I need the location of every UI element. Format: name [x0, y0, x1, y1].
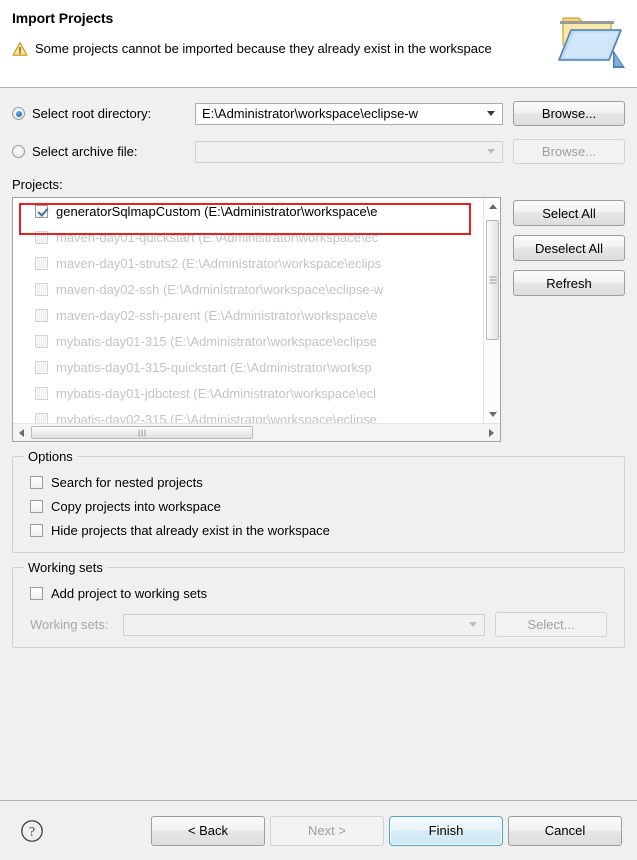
checkbox-label: Add project to working sets	[51, 585, 208, 601]
list-item: mybatis-day01-315 (E:\Administrator\work…	[13, 328, 483, 354]
list-item: maven-day01-quickstart (E:\Administrator…	[13, 224, 483, 250]
browse-root-directory-button[interactable]: Browse...	[513, 101, 625, 126]
projects-horizontal-scrollbar[interactable]	[13, 423, 500, 441]
checkbox-icon[interactable]	[30, 475, 43, 489]
list-item: mybatis-day01-315-quickstart (E:\Adminis…	[13, 354, 483, 380]
options-group-title: Options	[24, 449, 77, 464]
radio-archive-file-label: Select archive file:	[32, 144, 138, 159]
cancel-button[interactable]: Cancel	[508, 815, 622, 846]
checkbox-icon	[35, 282, 48, 296]
list-item-label: maven-day02-ssh (E:\Administrator\worksp…	[56, 281, 384, 297]
list-item-label: mybatis-day01-315 (E:\Administrator\work…	[56, 333, 377, 349]
working-sets-group-title: Working sets	[24, 560, 107, 575]
refresh-button[interactable]: Refresh	[513, 270, 625, 296]
projects-label: Projects:	[12, 177, 63, 192]
checkbox-icon	[35, 412, 48, 423]
checkbox-icon[interactable]	[35, 204, 48, 218]
list-item-label: mybatis-day01-jdbctest (E:\Administrator…	[56, 385, 377, 401]
working-sets-group-body: Add project to working sets Working sets…	[13, 568, 624, 647]
projects-area: generatorSqlmapCustom (E:\Administrator\…	[12, 197, 625, 442]
radio-root-directory-label: Select root directory:	[32, 106, 152, 121]
checkbox-icon	[35, 308, 48, 322]
options-group-body: Search for nested projects Copy projects…	[13, 457, 624, 552]
list-item-label: maven-day01-struts2 (E:\Administrator\wo…	[56, 255, 382, 271]
checkbox-icon	[35, 334, 48, 348]
list-item: maven-day02-ssh (E:\Administrator\worksp…	[13, 276, 483, 302]
radio-select-archive-file[interactable]: Select archive file:	[12, 144, 195, 159]
checkbox-label: Hide projects that already exist in the …	[51, 522, 330, 538]
checkbox-copy-projects-into-workspace[interactable]: Copy projects into workspace	[30, 494, 624, 518]
radio-root-directory-indicator[interactable]	[12, 107, 25, 120]
svg-text:?: ?	[29, 825, 35, 840]
next-button: Next >	[270, 815, 384, 846]
import-projects-dialog: Import Projects Some projects cannot be …	[0, 0, 637, 860]
list-item[interactable]: generatorSqlmapCustom (E:\Administrator\…	[13, 198, 483, 224]
checkbox-add-project-to-working-sets[interactable]: Add project to working sets	[30, 581, 624, 605]
select-working-sets-button: Select...	[495, 612, 607, 637]
footer-button-bar: < Back Next > Finish Cancel	[151, 815, 622, 846]
projects-list[interactable]: generatorSqlmapCustom (E:\Administrator\…	[12, 197, 501, 442]
radio-select-root-directory[interactable]: Select root directory:	[12, 106, 195, 121]
browse-archive-file-button: Browse...	[513, 139, 625, 164]
archive-file-combo	[195, 140, 503, 163]
chevron-down-icon	[469, 622, 477, 627]
back-button[interactable]: < Back	[151, 815, 265, 846]
dialog-body: Select root directory: E:\Administrator\…	[0, 88, 637, 800]
scroll-left-arrow-icon[interactable]	[13, 424, 30, 441]
list-item-label: mybatis-day02-315 (E:\Administrator\work…	[56, 411, 377, 424]
options-group: Options Search for nested projects Copy …	[12, 449, 625, 553]
checkbox-icon	[35, 230, 48, 244]
chevron-down-icon	[487, 149, 495, 154]
list-item: mybatis-day01-jdbctest (E:\Administrator…	[13, 380, 483, 406]
header-message: Some projects cannot be imported because…	[35, 41, 492, 56]
projects-vertical-scrollbar[interactable]	[483, 198, 500, 423]
checkbox-search-nested-projects[interactable]: Search for nested projects	[30, 470, 624, 494]
checkbox-label: Search for nested projects	[51, 474, 203, 490]
checkbox-icon[interactable]	[30, 499, 43, 513]
root-directory-combo[interactable]: E:\Administrator\workspace\eclipse-w	[195, 102, 503, 125]
page-title: Import Projects	[12, 10, 114, 26]
select-all-button[interactable]: Select All	[513, 200, 625, 226]
dialog-footer: ? < Back Next > Finish Cancel	[0, 800, 637, 860]
list-item: maven-day01-struts2 (E:\Administrator\wo…	[13, 250, 483, 276]
checkbox-hide-existing-projects[interactable]: Hide projects that already exist in the …	[30, 518, 624, 542]
list-item: mybatis-day02-315 (E:\Administrator\work…	[13, 406, 483, 423]
checkbox-label: Copy projects into workspace	[51, 498, 221, 514]
root-directory-value: E:\Administrator\workspace\eclipse-w	[202, 106, 419, 121]
finish-button[interactable]: Finish	[389, 815, 503, 846]
warning-triangle-icon	[12, 41, 28, 57]
header-message-row: Some projects cannot be imported because…	[12, 40, 519, 57]
checkbox-icon[interactable]	[30, 586, 43, 600]
horizontal-scrollbar-thumb[interactable]	[31, 426, 253, 439]
projects-side-buttons: Select All Deselect All Refresh	[513, 197, 625, 296]
checkbox-icon	[35, 256, 48, 270]
projects-list-rows: generatorSqlmapCustom (E:\Administrator\…	[13, 198, 483, 423]
dialog-header: Import Projects Some projects cannot be …	[0, 0, 637, 88]
radio-archive-file-indicator[interactable]	[12, 145, 25, 158]
scroll-down-arrow-icon[interactable]	[484, 406, 500, 423]
working-sets-group: Working sets Add project to working sets…	[12, 560, 625, 648]
vertical-scrollbar-thumb[interactable]	[486, 220, 499, 340]
checkbox-icon	[35, 360, 48, 374]
checkbox-icon	[35, 386, 48, 400]
working-sets-row: Working sets: Select...	[30, 612, 624, 637]
scroll-right-arrow-icon[interactable]	[483, 424, 500, 441]
list-item: maven-day02-ssh-parent (E:\Administrator…	[13, 302, 483, 328]
list-item-label: maven-day02-ssh-parent (E:\Administrator…	[56, 307, 378, 323]
working-sets-combo	[123, 613, 485, 636]
open-folder-icon	[557, 4, 629, 74]
chevron-down-icon[interactable]	[487, 111, 495, 116]
working-sets-combo-label: Working sets:	[30, 617, 109, 632]
checkbox-icon[interactable]	[30, 523, 43, 537]
list-item-label: generatorSqlmapCustom (E:\Administrator\…	[56, 203, 378, 219]
list-item-label: maven-day01-quickstart (E:\Administrator…	[56, 229, 379, 245]
scroll-up-arrow-icon[interactable]	[484, 198, 500, 215]
help-question-icon[interactable]: ?	[20, 819, 44, 843]
list-item-label: mybatis-day01-315-quickstart (E:\Adminis…	[56, 359, 372, 375]
deselect-all-button[interactable]: Deselect All	[513, 235, 625, 261]
archive-file-row: Select archive file: Browse...	[12, 139, 625, 164]
root-directory-row: Select root directory: E:\Administrator\…	[12, 101, 625, 126]
